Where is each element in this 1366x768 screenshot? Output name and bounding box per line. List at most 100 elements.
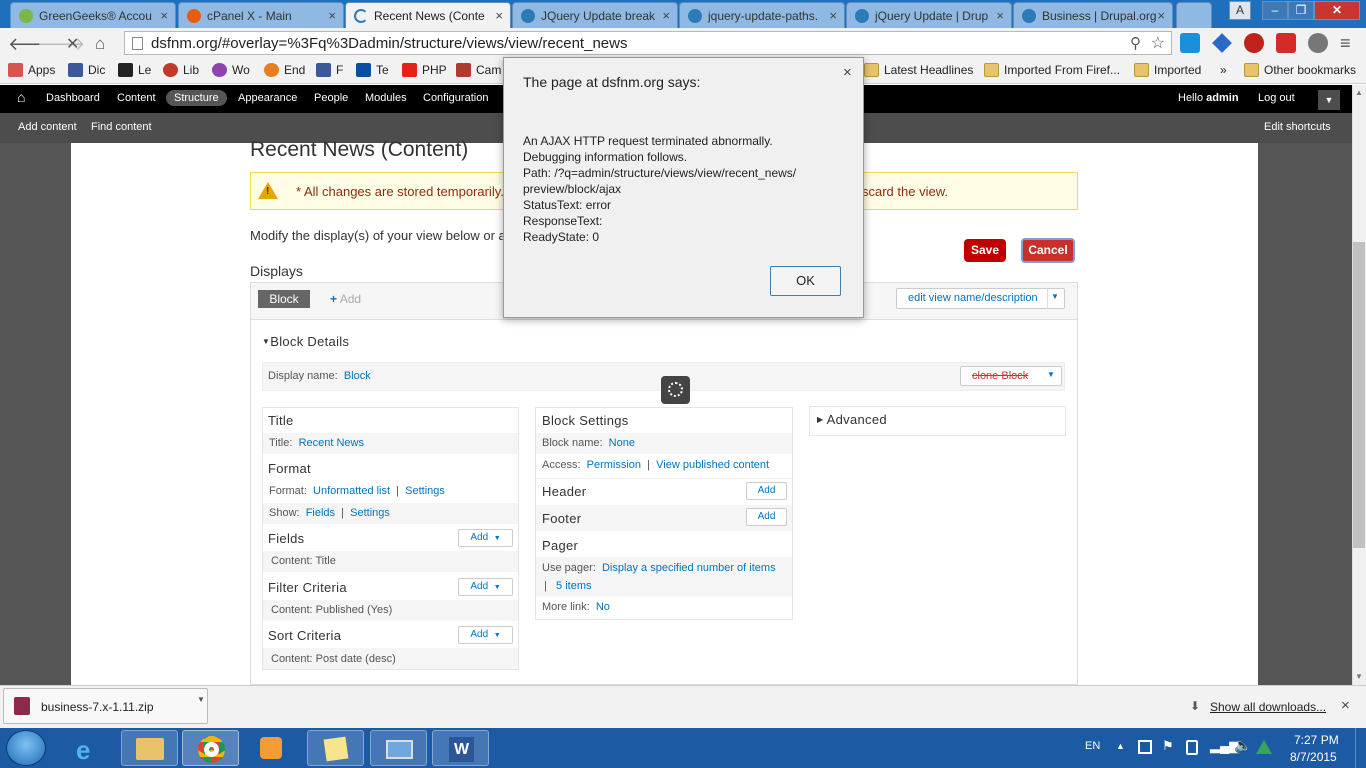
ie-taskbar-icon[interactable]: e — [60, 730, 117, 766]
access-detail-link[interactable]: View published content — [656, 459, 769, 471]
filter-add-button[interactable]: Add ▼ — [458, 578, 513, 596]
bookmark-wo[interactable]: Wo — [212, 63, 250, 77]
bookmark-folder-imported[interactable]: Imported — [1134, 63, 1201, 77]
minimize-icon[interactable]: – — [1262, 1, 1288, 20]
ok-button[interactable]: OK — [770, 266, 841, 296]
bookmark-te[interactable]: Te — [356, 63, 389, 77]
block-details-toggle[interactable]: ▼Block Details — [262, 334, 349, 349]
format-settings-link[interactable]: Settings — [405, 485, 445, 497]
more-link-value[interactable]: No — [596, 601, 610, 613]
toolbar-configuration[interactable]: Configuration — [423, 92, 488, 104]
menu-icon[interactable]: ≡ — [1340, 33, 1351, 54]
bookmark-f[interactable]: F — [316, 63, 343, 77]
clone-block-dropdown[interactable]: clone Block ▼ — [960, 366, 1062, 386]
search-icon[interactable]: ⚲ — [1130, 34, 1141, 52]
edit-view-name-dropdown[interactable]: edit view name/description ▼ — [896, 288, 1065, 309]
toolbar-modules[interactable]: Modules — [365, 92, 407, 104]
google-drive-icon[interactable] — [1256, 740, 1272, 754]
bookmark-folder-latest[interactable]: Latest Headlines — [864, 63, 973, 77]
advanced-toggle[interactable]: ▶ Advanced — [817, 412, 887, 427]
filter-published-link[interactable]: Content: Published (Yes) — [271, 604, 392, 616]
chevron-down-icon[interactable]: ▼ — [1051, 292, 1059, 301]
bookmark-apps[interactable]: Apps — [8, 63, 55, 77]
start-button-icon[interactable] — [6, 730, 46, 766]
tray-expand-icon[interactable]: ▲ — [1116, 741, 1125, 751]
stop-icon[interactable]: ✕ — [66, 34, 79, 54]
notes-taskbar-icon[interactable] — [307, 730, 364, 766]
tab-jquery-update-paths[interactable]: jquery-update-paths. × — [679, 2, 845, 28]
photos-taskbar-icon[interactable] — [370, 730, 427, 766]
device-icon[interactable] — [1186, 740, 1198, 755]
sort-add-button[interactable]: Add ▼ — [458, 626, 513, 644]
chevron-down-icon[interactable]: ▼ — [197, 695, 205, 704]
tab-jquery-update-break[interactable]: JQuery Update break × — [512, 2, 678, 28]
bookmark-end[interactable]: End — [264, 63, 305, 77]
clock-date[interactable]: 8/7/2015 — [1290, 750, 1337, 764]
toolbar-dashboard[interactable]: Dashboard — [46, 92, 100, 104]
bookmark-cam[interactable]: Cam — [456, 63, 501, 77]
drupal-home-icon[interactable]: ⌂ — [17, 89, 25, 105]
header-add-button[interactable]: Add — [746, 482, 787, 500]
scroll-down-icon[interactable]: ▼ — [1355, 672, 1363, 681]
show-value-link[interactable]: Fields — [306, 507, 335, 519]
bookmark-dic[interactable]: Dic — [68, 63, 105, 77]
language-indicator[interactable]: EN — [1085, 740, 1100, 752]
flag-icon[interactable]: ⚑ — [1162, 738, 1174, 754]
chrome-taskbar-icon[interactable] — [182, 730, 239, 766]
close-downloads-icon[interactable]: × — [1341, 697, 1350, 714]
close-icon[interactable]: × — [160, 8, 168, 23]
close-icon[interactable]: × — [495, 8, 503, 23]
tab-jquery-update-drupal[interactable]: jQuery Update | Drup × — [846, 2, 1012, 28]
add-display-button[interactable]: + Add — [330, 292, 361, 306]
bookmarks-overflow[interactable]: » — [1200, 63, 1227, 77]
footer-add-button[interactable]: Add — [746, 508, 787, 526]
chevron-down-icon[interactable]: ▼ — [1047, 370, 1055, 379]
tab-cpanel[interactable]: cPanel X - Main × — [178, 2, 344, 28]
display-tab-block[interactable]: Block — [258, 290, 310, 308]
logout-link[interactable]: Log out — [1258, 92, 1295, 104]
dialog-close-icon[interactable]: × — [843, 64, 852, 81]
show-all-downloads-link[interactable]: Show all downloads... — [1210, 700, 1326, 714]
block-name-link[interactable]: None — [609, 437, 635, 449]
save-button[interactable]: Save — [964, 239, 1006, 262]
scroll-up-icon[interactable]: ▲ — [1355, 88, 1363, 97]
clone-block-link[interactable]: clone Block — [972, 370, 1028, 382]
bookmark-folder-imported-firefox[interactable]: Imported From Firef... — [984, 63, 1120, 77]
sort-post-date-link[interactable]: Content: Post date (desc) — [271, 653, 396, 665]
toolbar-people[interactable]: People — [314, 92, 348, 104]
clock-time[interactable]: 7:27 PM — [1294, 733, 1339, 747]
bookmark-star-icon[interactable]: ☆ — [1151, 33, 1165, 53]
bookmark-lib[interactable]: Lib — [163, 63, 199, 77]
show-desktop-button[interactable] — [1355, 728, 1366, 768]
close-icon[interactable]: × — [1157, 8, 1165, 23]
username[interactable]: admin — [1206, 92, 1238, 104]
tab-recent-news[interactable]: Recent News (Conte × — [345, 2, 511, 28]
close-icon[interactable]: × — [829, 8, 837, 23]
scrollbar-thumb[interactable] — [1353, 242, 1365, 548]
maximize-icon[interactable]: ❐ — [1288, 1, 1314, 20]
shortcut-find-content[interactable]: Find content — [91, 121, 152, 133]
toolbar-content[interactable]: Content — [117, 92, 156, 104]
show-settings-link[interactable]: Settings — [350, 507, 390, 519]
extension-icon[interactable] — [1180, 33, 1200, 53]
window-close-icon[interactable]: ✕ — [1314, 1, 1360, 20]
bookmark-php[interactable]: PHP — [402, 63, 447, 77]
fields-add-button[interactable]: Add ▼ — [458, 529, 513, 547]
field-content-title-link[interactable]: Content: Title — [271, 555, 336, 567]
items-link[interactable]: 5 items — [556, 580, 591, 592]
toolbar-appearance[interactable]: Appearance — [238, 92, 297, 104]
download-item[interactable]: business-7.x-1.11.zip ▼ — [3, 688, 208, 724]
cancel-button[interactable]: Cancel — [1021, 238, 1075, 263]
title-value-link[interactable]: Recent News — [299, 437, 364, 449]
explorer-taskbar-icon[interactable] — [121, 730, 178, 766]
bookmark-le[interactable]: Le — [118, 63, 151, 77]
use-pager-link[interactable]: Display a specified number of items — [602, 562, 776, 574]
close-icon[interactable]: × — [328, 8, 336, 23]
media-taskbar-icon[interactable] — [243, 730, 300, 766]
format-value-link[interactable]: Unformatted list — [313, 485, 390, 497]
shortcuts-toggle-icon[interactable]: ▼ — [1318, 90, 1340, 110]
access-permission-link[interactable]: Permission — [587, 459, 641, 471]
tab-business-drupal[interactable]: Business | Drupal.org × — [1013, 2, 1173, 28]
extension-icon[interactable] — [1276, 33, 1296, 53]
edit-view-name-link[interactable]: edit view name/description — [908, 292, 1038, 304]
